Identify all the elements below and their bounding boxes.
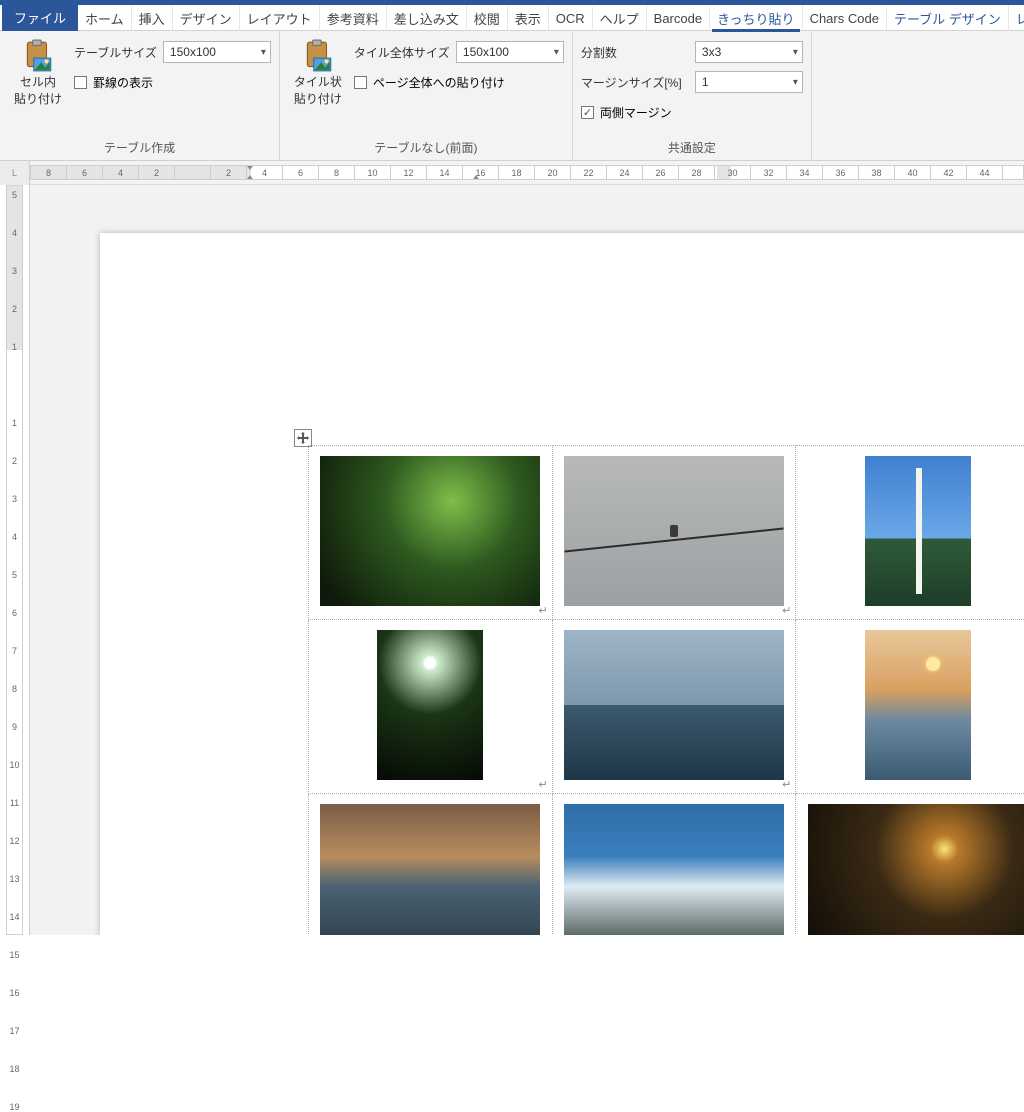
paragraph-mark-icon: ↵ bbox=[538, 604, 547, 617]
ribbon-group-title-2: テーブルなし(前面) bbox=[288, 136, 564, 160]
clipboard-picture-icon bbox=[21, 39, 55, 73]
tab-marker-icon[interactable] bbox=[471, 175, 481, 180]
table-cell[interactable]: ↵ bbox=[309, 794, 553, 936]
tab-layout[interactable]: レイアウト bbox=[240, 5, 320, 31]
tab-review[interactable]: 校閲 bbox=[467, 5, 508, 31]
tab-file[interactable]: ファイル bbox=[2, 4, 78, 31]
tab-ocr[interactable]: OCR bbox=[549, 7, 593, 29]
checkbox-box-icon bbox=[354, 76, 367, 89]
split-count-label: 分割数 bbox=[581, 44, 689, 61]
margin-size-value: 1 bbox=[702, 75, 709, 89]
table-cell[interactable]: ↵ bbox=[309, 446, 553, 620]
table-cell[interactable]: ↵↵ bbox=[796, 446, 1024, 620]
margin-size-combo[interactable]: 1 ▾ bbox=[695, 71, 803, 93]
indent-marker-bottom-icon[interactable] bbox=[245, 175, 255, 180]
photo-thumbnail[interactable] bbox=[564, 456, 784, 606]
tab-barcode[interactable]: Barcode bbox=[647, 7, 710, 29]
paste-full-page-checkbox[interactable]: ページ全体への貼り付け bbox=[354, 74, 505, 91]
both-margins-checkbox[interactable]: ✓ 両側マージン bbox=[581, 104, 672, 121]
move-arrows-icon bbox=[297, 432, 309, 444]
tile-size-value: 150x100 bbox=[463, 45, 509, 59]
tab-table-design[interactable]: テーブル デザイン bbox=[887, 5, 1009, 31]
table-size-combo[interactable]: 150x100 ▾ bbox=[163, 41, 271, 63]
photo-thumbnail[interactable] bbox=[865, 456, 971, 606]
margin-size-label: マージンサイズ[%] bbox=[581, 74, 689, 91]
photo-table[interactable]: ↵ ↵ ↵↵ ↵ ↵ ↵↵ ↵ ↵ ↵↵ bbox=[308, 445, 1024, 935]
tile-paste-label-1: タイル状 bbox=[294, 75, 342, 90]
ruler-corner[interactable]: L bbox=[0, 161, 30, 185]
paste-in-cell-label-1: セル内 bbox=[20, 75, 56, 90]
photo-thumbnail[interactable] bbox=[320, 456, 540, 606]
tab-help[interactable]: ヘルプ bbox=[593, 5, 647, 31]
tile-size-combo[interactable]: 150x100 ▾ bbox=[456, 41, 564, 63]
table-cell[interactable]: ↵↵ bbox=[796, 620, 1024, 794]
table-cell[interactable]: ↵ bbox=[309, 620, 553, 794]
photo-thumbnail[interactable] bbox=[865, 630, 971, 780]
checkbox-box-icon bbox=[74, 76, 87, 89]
table-size-value: 150x100 bbox=[170, 45, 216, 59]
checkbox-checked-icon: ✓ bbox=[581, 106, 594, 119]
tile-size-label: タイル全体サイズ bbox=[354, 44, 450, 61]
horizontal-ruler[interactable]: 8642246810121416182022242628303234363840… bbox=[30, 165, 1024, 180]
show-gridlines-label: 罫線の表示 bbox=[93, 74, 153, 91]
chevron-down-icon: ▾ bbox=[554, 47, 559, 58]
paste-full-page-label: ページ全体への貼り付け bbox=[373, 74, 505, 91]
paste-in-cell-button[interactable]: セル内 貼り付け bbox=[8, 35, 68, 107]
chevron-down-icon: ▾ bbox=[793, 47, 798, 58]
paragraph-mark-icon: ↵ bbox=[782, 778, 791, 791]
photo-thumbnail[interactable] bbox=[808, 804, 1024, 935]
both-margins-label: 両側マージン bbox=[600, 104, 672, 121]
paragraph-mark-icon: ↵ bbox=[782, 604, 791, 617]
split-count-combo[interactable]: 3x3 ▾ bbox=[695, 41, 803, 63]
photo-thumbnail[interactable] bbox=[320, 804, 540, 935]
tile-paste-label-2: 貼り付け bbox=[294, 92, 342, 107]
tab-references[interactable]: 参考資料 bbox=[320, 5, 387, 31]
clipboard-tile-icon bbox=[301, 39, 335, 73]
table-row: ↵ ↵ ↵↵ bbox=[309, 794, 1024, 936]
table-cell[interactable]: ↵↵ bbox=[796, 794, 1024, 936]
table-cell[interactable]: ↵ bbox=[552, 620, 796, 794]
chevron-down-icon: ▾ bbox=[261, 47, 266, 58]
photo-thumbnail[interactable] bbox=[564, 630, 784, 780]
table-size-label: テーブルサイズ bbox=[74, 44, 157, 61]
editing-area: 5432112345678910111213141516171819 ↵ ↵ ↵… bbox=[0, 185, 1024, 935]
tab-mailings[interactable]: 差し込み文 bbox=[387, 5, 467, 31]
ribbon-tab-bar: ファイル ホーム 挿入 デザイン レイアウト 参考資料 差し込み文 校閲 表示 … bbox=[0, 5, 1024, 31]
tab-design[interactable]: デザイン bbox=[173, 5, 240, 31]
table-cell[interactable]: ↵ bbox=[552, 446, 796, 620]
table-row: ↵ ↵ ↵↵ bbox=[309, 620, 1024, 794]
show-gridlines-checkbox[interactable]: 罫線の表示 bbox=[74, 74, 153, 91]
indent-marker-top-icon[interactable] bbox=[245, 165, 255, 170]
paste-in-cell-label-2: 貼り付け bbox=[14, 92, 62, 107]
ribbon-group-common: 分割数 3x3 ▾ マージンサイズ[%] 1 ▾ ✓ bbox=[573, 31, 812, 160]
chevron-down-icon: ▾ bbox=[793, 77, 798, 88]
ribbon-group-title-1: テーブル作成 bbox=[8, 136, 271, 160]
photo-thumbnail[interactable] bbox=[377, 630, 483, 780]
table-row: ↵ ↵ ↵↵ bbox=[309, 446, 1024, 620]
page[interactable]: ↵ ↵ ↵↵ ↵ ↵ ↵↵ ↵ ↵ ↵↵ ↵ bbox=[100, 233, 1024, 935]
ruler-row: L 86422468101214161820222426283032343638… bbox=[0, 161, 1024, 185]
paragraph-mark-icon: ↵ bbox=[538, 778, 547, 791]
table-cell[interactable]: ↵ bbox=[552, 794, 796, 936]
split-count-value: 3x3 bbox=[702, 45, 721, 59]
tab-insert[interactable]: 挿入 bbox=[132, 5, 173, 31]
tile-paste-button[interactable]: タイル状 貼り付け bbox=[288, 35, 348, 107]
tab-view[interactable]: 表示 bbox=[508, 5, 549, 31]
ribbon: セル内 貼り付け テーブルサイズ 150x100 ▾ 罫線の表示 bbox=[0, 31, 1024, 161]
vertical-ruler[interactable]: 5432112345678910111213141516171819 bbox=[0, 185, 30, 935]
document-viewport[interactable]: ↵ ↵ ↵↵ ↵ ↵ ↵↵ ↵ ↵ ↵↵ ↵ bbox=[30, 185, 1024, 935]
ribbon-group-table-create: セル内 貼り付け テーブルサイズ 150x100 ▾ 罫線の表示 bbox=[0, 31, 280, 160]
ribbon-group-title-3: 共通設定 bbox=[581, 136, 803, 160]
photo-thumbnail[interactable] bbox=[564, 804, 784, 935]
ribbon-group-no-table: タイル状 貼り付け タイル全体サイズ 150x100 ▾ ページ全体への貼り付け bbox=[280, 31, 573, 160]
tab-kicchiri-paste[interactable]: きっちり貼り bbox=[710, 5, 802, 31]
tab-table-layout[interactable]: レイ bbox=[1009, 5, 1024, 31]
tab-home[interactable]: ホーム bbox=[78, 5, 132, 31]
tab-chars-code[interactable]: Chars Code bbox=[803, 7, 887, 29]
